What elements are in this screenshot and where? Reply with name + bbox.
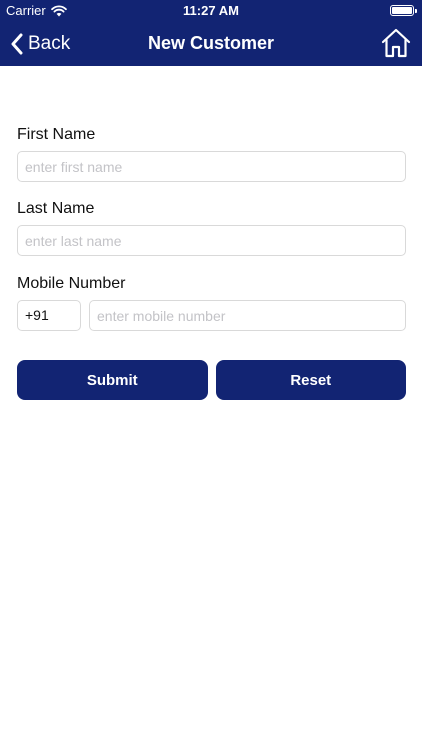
app-header: Carrier 11:27 AM Back New Customer [0,0,422,66]
mobile-number-group: Mobile Number +91 [17,275,406,331]
mobile-number-row: +91 [17,300,406,331]
mobile-number-input[interactable] [89,300,406,331]
page-title: New Customer [147,33,275,53]
form-actions: Submit Reset [17,360,406,400]
battery-icon [390,5,417,16]
submit-button[interactable]: Submit [17,360,208,400]
navigation-bar: Back New Customer [0,22,422,66]
last-name-label: Last Name [17,200,95,217]
first-name-group: First Name [17,126,406,182]
last-name-group: Last Name [17,200,406,256]
mobile-number-label: Mobile Number [17,275,126,292]
country-code-field[interactable]: +91 [17,300,81,331]
status-bar: Carrier 11:27 AM [0,0,422,22]
reset-button[interactable]: Reset [215,360,406,400]
last-name-input[interactable] [17,225,406,256]
status-time: 11:27 AM [183,3,239,18]
first-name-input[interactable] [17,151,406,182]
first-name-label: First Name [17,126,96,143]
home-icon[interactable] [380,27,412,59]
